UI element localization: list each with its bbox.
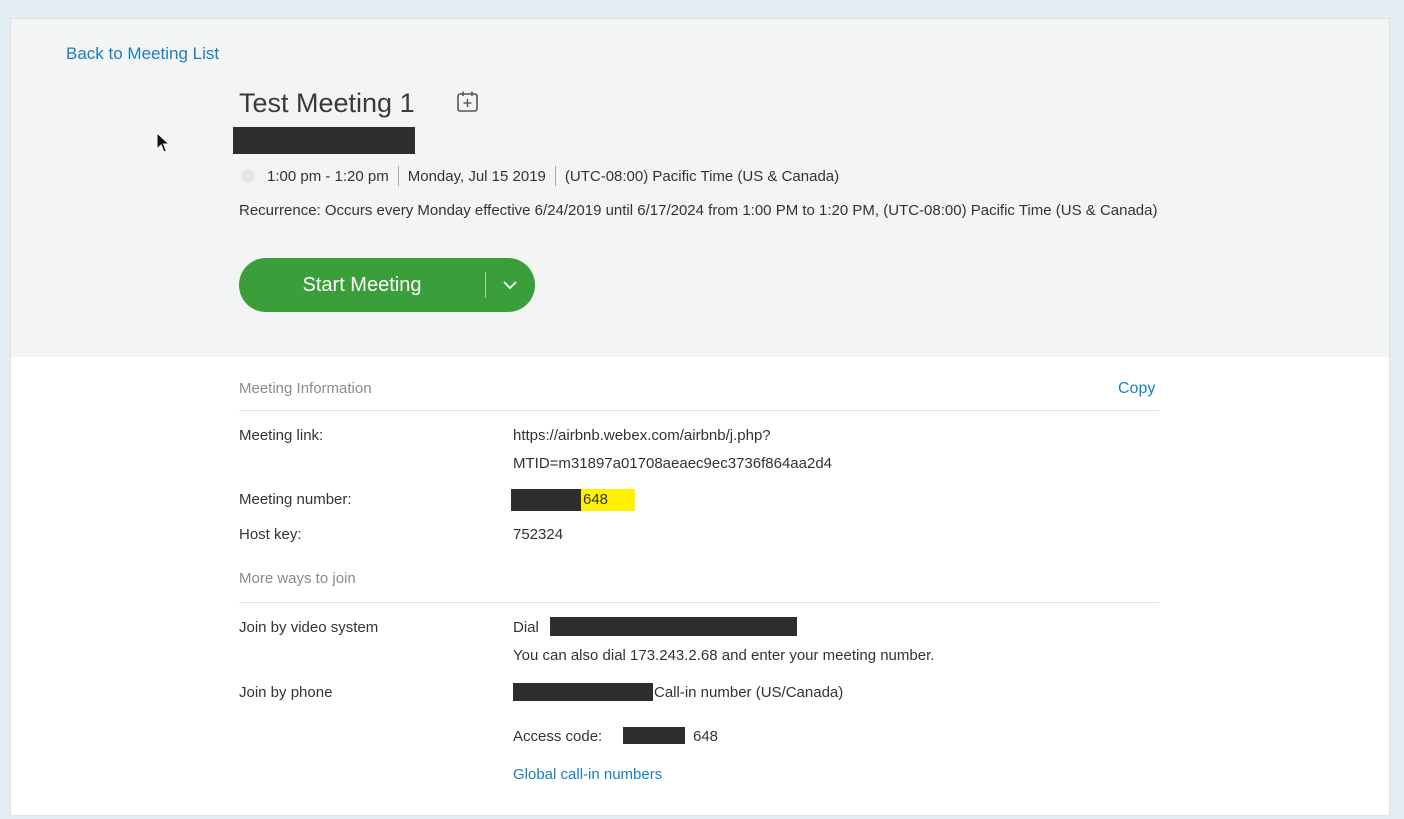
- meeting-number-label: Meeting number:: [239, 491, 352, 508]
- meeting-information-heading: Meeting Information: [239, 380, 372, 397]
- video-dial-note: You can also dial 173.243.2.68 and enter…: [513, 647, 935, 664]
- redacted-video-address: [550, 617, 797, 636]
- meeting-time-range: 1:00 pm - 1:20 pm: [267, 167, 389, 185]
- mouse-pointer-icon: [156, 132, 170, 153]
- clock-icon: [241, 169, 255, 183]
- meeting-timezone: (UTC-08:00) Pacific Time (US & Canada): [564, 167, 840, 185]
- copy-button[interactable]: Copy: [1118, 380, 1155, 398]
- back-to-meeting-list-link[interactable]: Back to Meeting List: [66, 44, 219, 64]
- meeting-number-suffix: 648: [581, 489, 635, 511]
- phone-callin-text: Call-in number (US/Canada): [654, 684, 844, 701]
- redacted-phone-number: [513, 683, 653, 701]
- section-divider: [239, 602, 1159, 603]
- redacted-host-name: [233, 127, 415, 154]
- divider: [554, 166, 556, 186]
- start-meeting-button[interactable]: Start Meeting: [239, 258, 535, 312]
- meeting-link-line1[interactable]: https://airbnb.webex.com/airbnb/j.php?: [513, 427, 771, 444]
- meeting-link-line2[interactable]: MTID=m31897a01708aeaec9ec3736f864aa2d4: [513, 455, 832, 472]
- access-code-suffix: 648: [693, 728, 719, 745]
- section-divider: [239, 410, 1159, 411]
- meeting-recurrence: Recurrence: Occurs every Monday effectiv…: [239, 202, 1158, 219]
- start-options-dropdown[interactable]: [486, 280, 534, 290]
- join-by-phone-label: Join by phone: [239, 684, 333, 701]
- redacted-meeting-number: [511, 489, 581, 511]
- divider: [397, 166, 399, 186]
- calendar-add-icon[interactable]: [455, 89, 481, 115]
- chevron-down-icon: [503, 281, 517, 290]
- redacted-access-code: [623, 727, 685, 744]
- access-code-prefix: Access code:: [513, 728, 603, 745]
- start-meeting-label: Start Meeting: [302, 273, 422, 296]
- video-dial-prefix: Dial: [513, 619, 539, 636]
- global-call-in-numbers-link[interactable]: Global call-in numbers: [513, 766, 662, 783]
- join-by-video-label: Join by video system: [239, 619, 379, 636]
- meeting-title: Test Meeting 1: [239, 88, 415, 118]
- meeting-date: Monday, Jul 15 2019: [407, 167, 546, 185]
- meeting-header-panel: Back to Meeting List Test Meeting 1 1:00…: [11, 19, 1389, 357]
- more-ways-to-join-heading: More ways to join: [239, 570, 356, 587]
- host-key-value: 752324: [513, 526, 564, 543]
- meeting-schedule-row: 1:00 pm - 1:20 pm Monday, Jul 15 2019 (U…: [241, 166, 839, 186]
- host-key-label: Host key:: [239, 526, 302, 543]
- meeting-details-card: Back to Meeting List Test Meeting 1 1:00…: [10, 18, 1390, 816]
- meeting-link-label: Meeting link:: [239, 427, 324, 444]
